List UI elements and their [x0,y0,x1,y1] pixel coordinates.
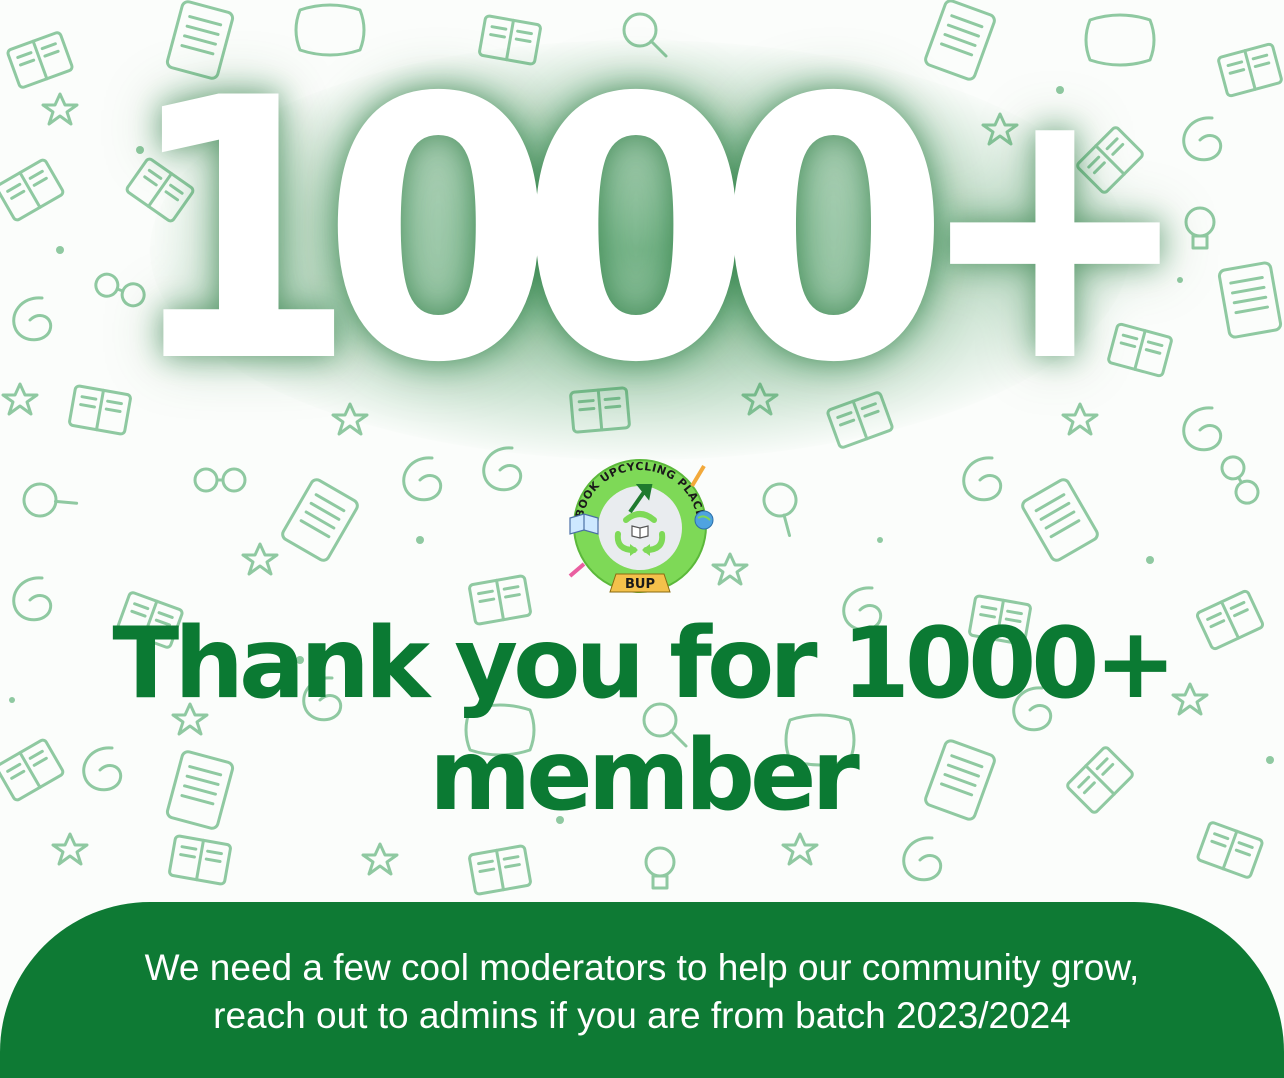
poster: 1000+ BOOK UPCYCLING PLACE [0,0,1284,1078]
footer-line2: reach out to admins if you are from batc… [213,995,1071,1036]
footer-text: We need a few cool moderators to help ou… [0,944,1284,1040]
bup-logo: BOOK UPCYCLING PLACE [568,459,714,593]
book-icon [631,525,649,539]
globe-icon [694,510,714,530]
headline-line1: Thank you for 1000+ [112,607,1176,721]
footer-line1: We need a few cool moderators to help ou… [144,947,1140,988]
headline-line2: member [429,719,860,833]
headline-number: 1000+ [124,22,1195,441]
logo-badge-text: BUP [625,577,655,592]
logo-badge: BUP [609,573,671,593]
headline: Thank you for 1000+ member [0,608,1284,832]
